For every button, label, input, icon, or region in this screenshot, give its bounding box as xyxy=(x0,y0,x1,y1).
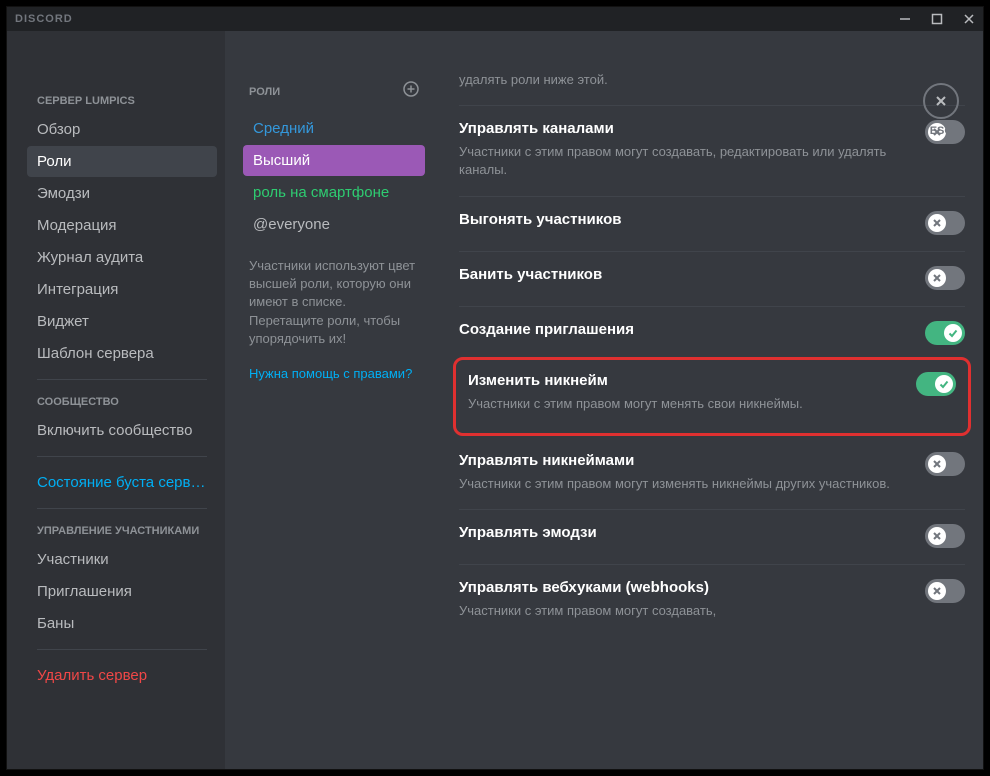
roles-column: РОЛИ Средний Высший роль на смартфоне @e… xyxy=(225,31,435,769)
sidebar-header-member-mgmt: УПРАВЛЕНИЕ УЧАСТНИКАМИ xyxy=(27,519,217,543)
esc-label: ESC xyxy=(930,125,953,137)
sidebar-item-audit-log[interactable]: Журнал аудита xyxy=(27,242,217,273)
close-icon xyxy=(923,83,959,119)
roles-help-link[interactable]: Нужна помощь с правами? xyxy=(243,358,425,389)
perm-ban-members: Банить участников xyxy=(453,252,971,294)
highlighted-permission: Изменить никнейм Участники с этим правом… xyxy=(453,357,971,436)
perm-change-nickname: Изменить никнейм Участники с этим правом… xyxy=(462,362,962,417)
sidebar-item-moderation[interactable]: Модерация xyxy=(27,210,217,241)
close-settings-button[interactable]: ESC xyxy=(923,83,959,137)
settings-sidebar: СЕРВЕР LUMPICS Обзор Роли Эмодзи Модерац… xyxy=(7,31,225,769)
perm-desc: Участники с этим правом могут создавать, xyxy=(459,602,905,620)
sidebar-item-emoji[interactable]: Эмодзи xyxy=(27,178,217,209)
perm-title: Управлять эмодзи xyxy=(459,524,905,541)
roles-header: РОЛИ xyxy=(243,81,425,112)
app-title: DISCORD xyxy=(15,13,73,25)
sidebar-item-template[interactable]: Шаблон сервера xyxy=(27,338,217,369)
perm-manage-nicknames: Управлять никнеймами Участники с этим пр… xyxy=(453,438,971,497)
perm-create-invite: Создание приглашения xyxy=(453,307,971,349)
close-icon[interactable] xyxy=(963,13,975,25)
roles-header-title: РОЛИ xyxy=(249,86,280,98)
perm-title: Управлять никнеймами xyxy=(459,452,905,469)
add-role-icon[interactable] xyxy=(403,81,419,102)
sidebar-item-bans[interactable]: Баны xyxy=(27,608,217,639)
perm-top-desc: удалять роли ниже этой. xyxy=(453,71,971,93)
perm-manage-webhooks: Управлять вебхуками (webhooks) Участники… xyxy=(453,565,971,624)
minimize-icon[interactable] xyxy=(899,13,911,25)
titlebar: DISCORD xyxy=(7,7,983,31)
perm-title: Управлять вебхуками (webhooks) xyxy=(459,579,905,596)
toggle-create-invite[interactable] xyxy=(925,321,965,345)
perm-desc: Участники с этим правом могут изменять н… xyxy=(459,475,905,493)
toggle-change-nickname[interactable] xyxy=(916,372,956,396)
perm-title: Изменить никнейм xyxy=(468,372,896,389)
perm-title: Управлять каналами xyxy=(459,120,905,137)
window-controls xyxy=(899,13,975,25)
roles-hint: Участники используют цвет высшей роли, к… xyxy=(243,241,425,358)
toggle-manage-nicknames[interactable] xyxy=(925,452,965,476)
sidebar-header-server: СЕРВЕР LUMPICS xyxy=(27,89,217,113)
sidebar-item-delete-server[interactable]: Удалить сервер xyxy=(27,660,217,691)
perm-desc: Участники с этим правом могут создавать,… xyxy=(459,143,905,179)
sidebar-item-enable-community[interactable]: Включить сообщество xyxy=(27,415,217,446)
divider xyxy=(37,508,207,509)
divider xyxy=(37,649,207,650)
sidebar-item-overview[interactable]: Обзор xyxy=(27,114,217,145)
perm-desc: Участники с этим правом могут менять сво… xyxy=(468,395,896,413)
sidebar-item-boost-status[interactable]: Состояние буста серв… xyxy=(27,467,217,498)
perm-manage-emoji: Управлять эмодзи xyxy=(453,510,971,552)
sidebar-item-roles[interactable]: Роли xyxy=(27,146,217,177)
toggle-manage-emoji[interactable] xyxy=(925,524,965,548)
perm-title: Создание приглашения xyxy=(459,321,905,338)
sidebar-item-invites[interactable]: Приглашения xyxy=(27,576,217,607)
maximize-icon[interactable] xyxy=(931,13,943,25)
sidebar-item-members[interactable]: Участники xyxy=(27,544,217,575)
role-item-smartphone[interactable]: роль на смартфоне xyxy=(243,177,425,208)
perm-kick-members: Выгонять участников xyxy=(453,197,971,239)
toggle-kick-members[interactable] xyxy=(925,211,965,235)
toggle-manage-webhooks[interactable] xyxy=(925,579,965,603)
role-item-everyone[interactable]: @everyone xyxy=(243,209,425,240)
permissions-panel: удалять роли ниже этой. Управлять канала… xyxy=(435,31,983,769)
perm-title: Выгонять участников xyxy=(459,211,905,228)
perm-title: Банить участников xyxy=(459,266,905,283)
app-window: DISCORD СЕРВЕР LUMPICS Обзор Роли Эмодзи… xyxy=(6,6,984,770)
toggle-ban-members[interactable] xyxy=(925,266,965,290)
perm-manage-channels: Управлять каналами Участники с этим прав… xyxy=(453,106,971,183)
role-item-vysshiy[interactable]: Высший xyxy=(243,145,425,176)
sidebar-header-community: СООБЩЕСТВО xyxy=(27,390,217,414)
sidebar-item-widget[interactable]: Виджет xyxy=(27,306,217,337)
role-item-sredniy[interactable]: Средний xyxy=(243,113,425,144)
sidebar-item-integrations[interactable]: Интеграция xyxy=(27,274,217,305)
divider xyxy=(37,379,207,380)
divider xyxy=(37,456,207,457)
settings-content: СЕРВЕР LUMPICS Обзор Роли Эмодзи Модерац… xyxy=(7,31,983,769)
